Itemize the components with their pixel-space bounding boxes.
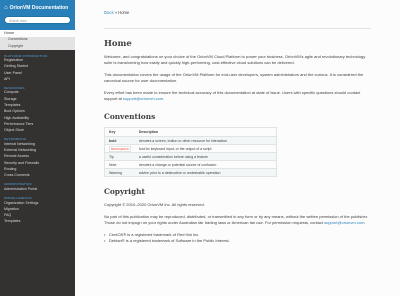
column-header-description: Description <box>134 127 277 137</box>
table-cell-key: bold <box>104 136 135 145</box>
table-row: Note denotes a change or potential sourc… <box>104 160 277 169</box>
support-email-link[interactable]: support@orionvm.com <box>123 96 163 101</box>
nav-caption-networking: NETWORKING <box>4 137 27 142</box>
table-cell-description: denotes a change or potential source of … <box>134 160 277 169</box>
list-item: Debian® is a registered trademark of Sof… <box>104 238 371 244</box>
table-row: Tip a useful consideration before using … <box>104 152 277 161</box>
nav-item-templates-misc[interactable]: Templates <box>0 218 75 224</box>
table-cell-description: advice prior to a destructive or undesir… <box>134 168 277 177</box>
sidebar-header: ⌂ OrionVM Documentation Search docs <box>0 0 75 30</box>
page-title: Home <box>104 38 132 48</box>
copyright-permissions: No part of this publication may be repro… <box>104 214 371 226</box>
table-cell-description: denotes a screen, button or other resour… <box>134 136 277 145</box>
header-divider <box>104 28 371 29</box>
table-cell-description: a useful consideration before using a fe… <box>134 152 277 161</box>
table-row: monospace font for keyboard input, or th… <box>104 144 277 153</box>
brand-link[interactable]: ⌂ OrionVM Documentation <box>4 3 71 12</box>
intro-paragraph-3: Every effort has been made to ensure the… <box>104 90 371 102</box>
conventions-table: Key Description bold denotes a screen, b… <box>104 127 277 177</box>
intro-paragraph-2: This documentation covers the usage of t… <box>104 72 364 83</box>
nav-caption-miscellaneous: MISCELLANEOUS <box>4 196 32 201</box>
table-row: bold denotes a screen, button or other r… <box>104 136 277 145</box>
brand-title: OrionVM Documentation <box>9 4 69 11</box>
breadcrumb-current: Home <box>118 10 130 15</box>
copyright-heading: Copyright <box>104 187 145 196</box>
copyright-notice: Copyright © 2010–2020 OrionVM Inc. All r… <box>104 202 205 207</box>
nav-caption-administration: ADMINISTRATION <box>4 182 32 187</box>
table-cell-description: font for keyboard input, or the output o… <box>134 144 277 153</box>
nav-caption-resources: RESOURCES <box>4 85 25 90</box>
trademark-list: CentOS® is a registered trademark of Red… <box>104 232 371 244</box>
breadcrumb-docs-link[interactable]: Docs <box>104 10 114 15</box>
copyright-support-email-link[interactable]: support@orionvm.com <box>324 220 364 225</box>
table-cell-key: Warning <box>104 168 135 177</box>
main-content: Docs » Home Home Welcome, and congratula… <box>75 0 400 296</box>
table-cell-key: Note <box>104 160 135 169</box>
sidebar: ⌂ OrionVM Documentation Search docs Home… <box>0 0 75 296</box>
copyright-permissions-end: . <box>364 220 366 225</box>
breadcrumb: Docs » Home <box>104 10 371 18</box>
search-input[interactable]: Search docs <box>4 16 71 24</box>
table-cell-key: Tip <box>104 152 135 161</box>
intro-paragraph-3-end: . <box>163 96 165 101</box>
table-row: Warning advice prior to a destructive or… <box>104 168 277 177</box>
key-bold: bold <box>109 138 117 143</box>
table-header-row: Key Description <box>104 127 277 137</box>
intro-paragraph-1: Welcome, and congratulations on your cho… <box>104 54 366 65</box>
table-cell-key: monospace <box>104 144 135 153</box>
column-header-key: Key <box>104 127 135 137</box>
home-icon: ⌂ <box>4 4 8 11</box>
nav-caption-platform: PLATFORM INTRODUCTION <box>4 53 48 58</box>
key-monospace: monospace <box>109 145 131 152</box>
conventions-heading: Conventions <box>104 112 156 121</box>
